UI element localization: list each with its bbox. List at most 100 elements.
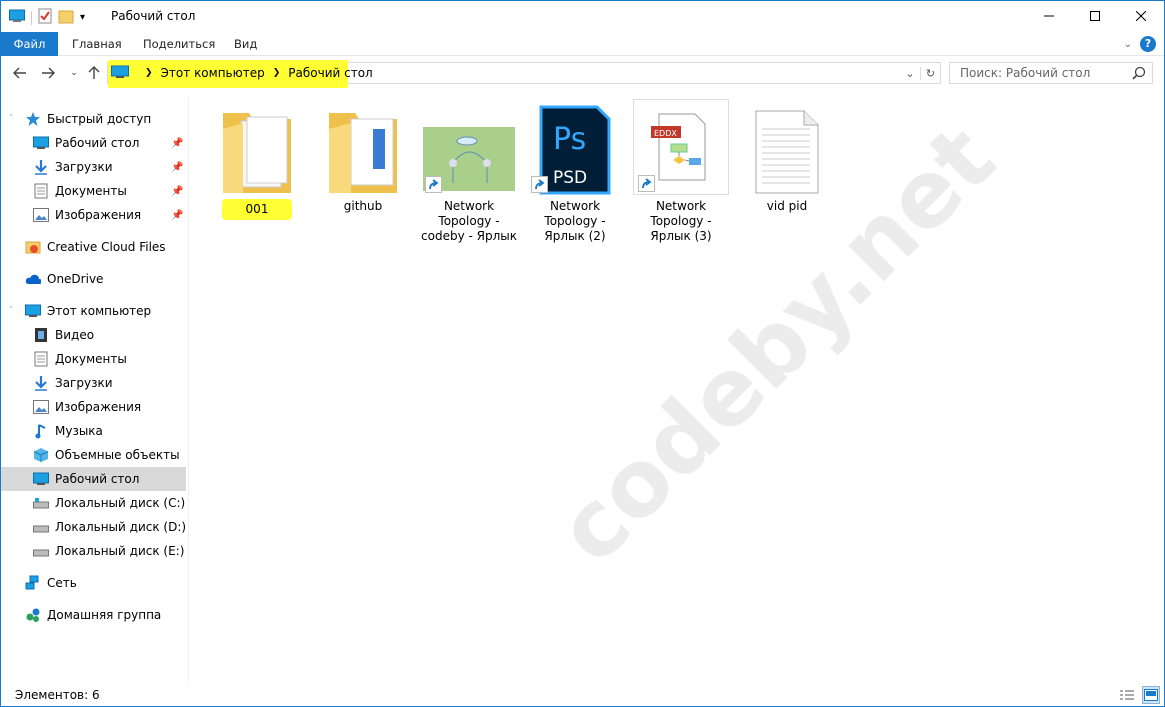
chevron-right-icon[interactable]: ❯	[145, 68, 153, 78]
sidebar-item-label: Объемные объекты	[55, 448, 180, 462]
desktop-icon	[33, 135, 49, 151]
sidebar-item-label: Быстрый доступ	[47, 112, 152, 126]
file-item-001[interactable]: 001	[205, 99, 309, 220]
pin-icon[interactable]: 📌	[171, 186, 183, 197]
file-item-label: github	[343, 199, 383, 213]
pictures-icon	[33, 207, 49, 223]
details-view-icon[interactable]	[1118, 686, 1136, 704]
photoshop-file-icon: Ps PSD	[527, 99, 623, 195]
sidebar-item-drive-e[interactable]: Локальный диск (E:)	[33, 539, 184, 563]
breadcrumb-desktop[interactable]: Рабочий стол	[288, 66, 372, 80]
sidebar-item-desktop-pc[interactable]: Рабочий стол	[33, 467, 139, 491]
minimize-button[interactable]	[1026, 1, 1072, 31]
sidebar-item-downloads-pc[interactable]: Загрузки	[33, 371, 113, 395]
sidebar-item-videos[interactable]: Видео	[33, 323, 94, 347]
sidebar-item-pictures[interactable]: Изображения 📌	[33, 203, 189, 227]
expand-ribbon-icon[interactable]: ⌄	[1124, 39, 1132, 50]
sidebar-item-pictures-pc[interactable]: Изображения	[33, 395, 141, 419]
pin-icon[interactable]: 📌	[171, 210, 183, 221]
sidebar-item-music[interactable]: Музыка	[33, 419, 103, 443]
sidebar-item-desktop[interactable]: Рабочий стол 📌	[33, 131, 189, 155]
sidebar-item-label: Рабочий стол	[55, 472, 140, 486]
new-folder-icon[interactable]	[58, 8, 74, 27]
file-item-label: 001	[221, 199, 293, 220]
document-icon	[33, 351, 49, 367]
sidebar-item-label: Видео	[55, 328, 95, 342]
shortcut-arrow-icon	[425, 176, 442, 193]
tab-file[interactable]: Файл	[1, 32, 58, 56]
sidebar-item-label: Creative Cloud Files	[47, 240, 166, 254]
file-item-label: vid pid	[766, 199, 808, 213]
breadcrumb-this-pc[interactable]: Этот компьютер	[161, 66, 265, 80]
cloud-icon	[25, 271, 41, 287]
sidebar-item-homegroup[interactable]: Домашняя группа	[25, 603, 161, 627]
address-bar[interactable]: ❯ Этот компьютер ❯ Рабочий стол ⌄ ↻	[107, 60, 941, 88]
close-button[interactable]	[1118, 1, 1164, 31]
sidebar-item-3d-objects[interactable]: Объемные объекты	[33, 443, 180, 467]
desktop-icon	[33, 471, 49, 487]
video-icon	[33, 327, 49, 343]
maximize-button[interactable]	[1072, 1, 1118, 31]
file-item-vid-pid[interactable]: vid pid	[735, 99, 839, 214]
sidebar-item-label: Локальный диск (D:)	[55, 520, 187, 534]
tab-view[interactable]: Вид	[220, 32, 271, 56]
creative-cloud-icon	[25, 239, 41, 255]
address-dropdown-icon[interactable]: ⌄	[900, 67, 920, 80]
sidebar-item-label: OneDrive	[47, 272, 104, 286]
chevron-right-icon[interactable]: ❯	[273, 68, 281, 78]
title-bar: ▾ Рабочий стол	[1, 1, 1164, 32]
sidebar-item-label: Сеть	[47, 576, 77, 590]
help-icon[interactable]: ?	[1140, 36, 1156, 52]
sidebar-item-documents[interactable]: Документы 📌	[33, 179, 189, 203]
explorer-window: ▾ Рабочий стол Файл Главная Поделиться В…	[0, 0, 1165, 707]
pc-icon	[25, 303, 41, 319]
sidebar-item-onedrive[interactable]: OneDrive	[25, 267, 103, 291]
sidebar-item-label: Локальный диск (E:)	[55, 544, 185, 558]
sidebar-item-drive-d[interactable]: Локальный диск (D:)	[33, 515, 186, 539]
file-view: codeby.net 001 github Network Topology -…	[191, 91, 1161, 681]
expander-icon[interactable]: ˅	[9, 114, 14, 124]
sidebar-item-label: Рабочий стол	[55, 136, 140, 150]
sidebar-item-network[interactable]: Сеть	[25, 571, 77, 595]
large-icons-view-icon[interactable]	[1142, 686, 1160, 704]
file-item-network-topology-codeby[interactable]: Network Topology - codeby - Ярлык	[417, 99, 521, 244]
item-count: Элементов: 6	[15, 688, 100, 702]
sidebar-item-label: Изображения	[55, 208, 142, 222]
file-item-network-topology-eddx[interactable]: EDDX Network Topology - Ярлык (3)	[629, 99, 733, 244]
star-icon	[25, 111, 41, 127]
file-item-label: Network Topology - codeby - Ярлык	[421, 199, 517, 243]
forward-icon[interactable]	[39, 64, 57, 82]
search-input[interactable]	[950, 63, 1120, 83]
pin-icon[interactable]: 📌	[171, 138, 183, 149]
tab-share[interactable]: Поделиться	[129, 32, 229, 56]
eddx-file-icon: EDDX	[633, 99, 729, 195]
address-controls: ⌄ ↻	[900, 63, 940, 83]
expander-icon[interactable]: ˅	[9, 306, 14, 316]
file-item-github[interactable]: github	[311, 99, 415, 214]
qat-dropdown-icon[interactable]: ▾	[80, 12, 85, 23]
sidebar-item-creative-cloud[interactable]: Creative Cloud Files	[25, 235, 166, 259]
sidebar-item-this-pc[interactable]: ˅ Этот компьютер	[9, 299, 151, 323]
network-icon	[25, 575, 41, 591]
shortcut-arrow-icon	[638, 175, 655, 192]
pin-icon[interactable]: 📌	[171, 162, 183, 173]
window-controls	[1026, 1, 1164, 31]
refresh-icon[interactable]: ↻	[920, 66, 940, 80]
sidebar-item-documents-pc[interactable]: Документы	[33, 347, 127, 371]
download-icon	[33, 159, 49, 175]
back-icon[interactable]	[11, 64, 29, 82]
pc-icon[interactable]	[9, 9, 25, 26]
sidebar-item-drive-c[interactable]: Локальный диск (C:)	[33, 491, 185, 515]
separator	[31, 10, 32, 25]
file-item-network-topology-psd[interactable]: Ps PSD Network Topology - Ярлык (2)	[523, 99, 627, 244]
tab-home[interactable]: Главная	[58, 32, 136, 56]
sidebar-item-downloads[interactable]: Загрузки 📌	[33, 155, 189, 179]
quick-access-toolbar: ▾	[9, 8, 85, 27]
sidebar-item-label: Загрузки	[55, 376, 113, 390]
recent-locations-icon[interactable]: ⌄	[65, 64, 83, 82]
search-icon[interactable]	[1132, 66, 1146, 83]
up-icon[interactable]	[85, 64, 103, 82]
properties-icon[interactable]	[38, 8, 52, 27]
view-buttons	[1118, 686, 1160, 704]
sidebar-item-quick-access[interactable]: ˅ Быстрый доступ	[9, 107, 151, 131]
